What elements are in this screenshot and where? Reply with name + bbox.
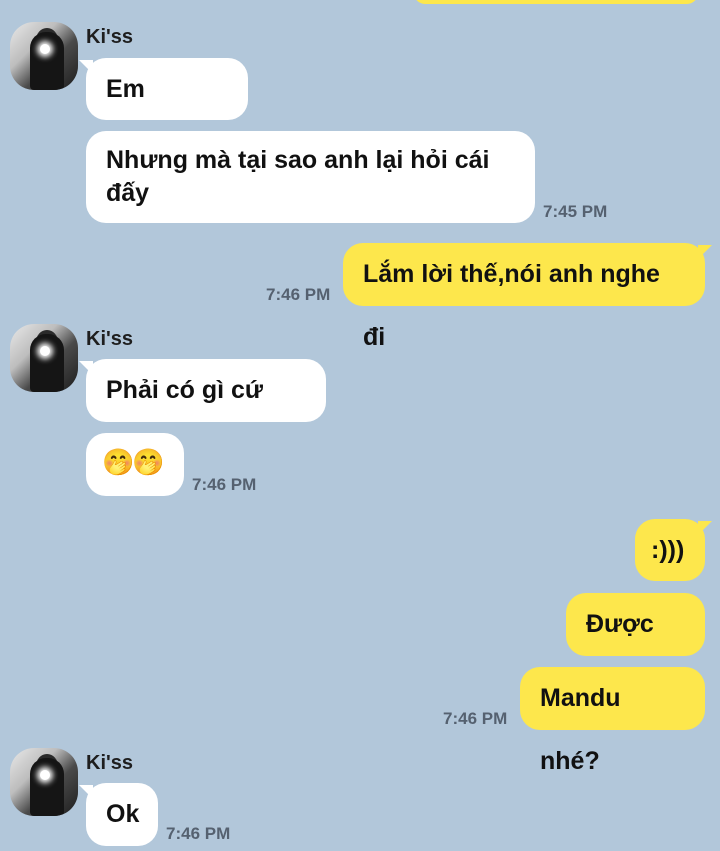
message-timestamp: 7:46 PM (192, 475, 257, 494)
message-bubble-incoming[interactable]: Phải có gì cứ nhỉi (79, 359, 326, 467)
contact-avatar[interactable] (10, 324, 78, 392)
message-bubble-outgoing[interactable]: :))) (635, 519, 712, 581)
message-text: :))) (651, 536, 685, 564)
message-bubble-incoming[interactable]: Ok (79, 783, 158, 846)
sender-name: Ki'ss (86, 328, 134, 350)
message-text: Nhưng mà tại sao anh lại hỏi cái đấy (106, 146, 490, 207)
message-bubble-outgoing[interactable]: Mandu nhé? (520, 667, 705, 775)
message-bubble-incoming[interactable]: 🤭🤭 (86, 433, 184, 496)
message-bubble-outgoing[interactable]: Lắm lời thế,nói anh nghe đi (343, 243, 712, 351)
message-timestamp: 7:46 PM (266, 285, 331, 304)
contact-avatar[interactable] (10, 748, 78, 816)
message-text: Lắm lời thế,nói anh nghe đi (363, 260, 660, 351)
sender-name: Ki'ss (86, 752, 134, 774)
message-timestamp: 7:45 PM (543, 202, 608, 221)
sender-name: Ki'ss (86, 26, 134, 48)
message-timestamp: 7:46 PM (443, 709, 508, 728)
message-text: Mandu nhé? (540, 684, 621, 775)
message-text: Ok (106, 800, 140, 828)
contact-avatar[interactable] (10, 22, 78, 90)
message-bubble-incoming[interactable]: Em biết:))) (79, 58, 248, 165)
message-bubble-incoming[interactable]: Nhưng mà tại sao anh lại hỏi cái đấy (86, 131, 535, 223)
message-timestamp: 7:46 PM (166, 824, 231, 843)
message-emoji: 🤭🤭 (102, 447, 165, 477)
message-bubble-outgoing[interactable]: Được rồi (566, 593, 705, 701)
message-bubble-outgoing-partial[interactable] (414, 0, 698, 4)
